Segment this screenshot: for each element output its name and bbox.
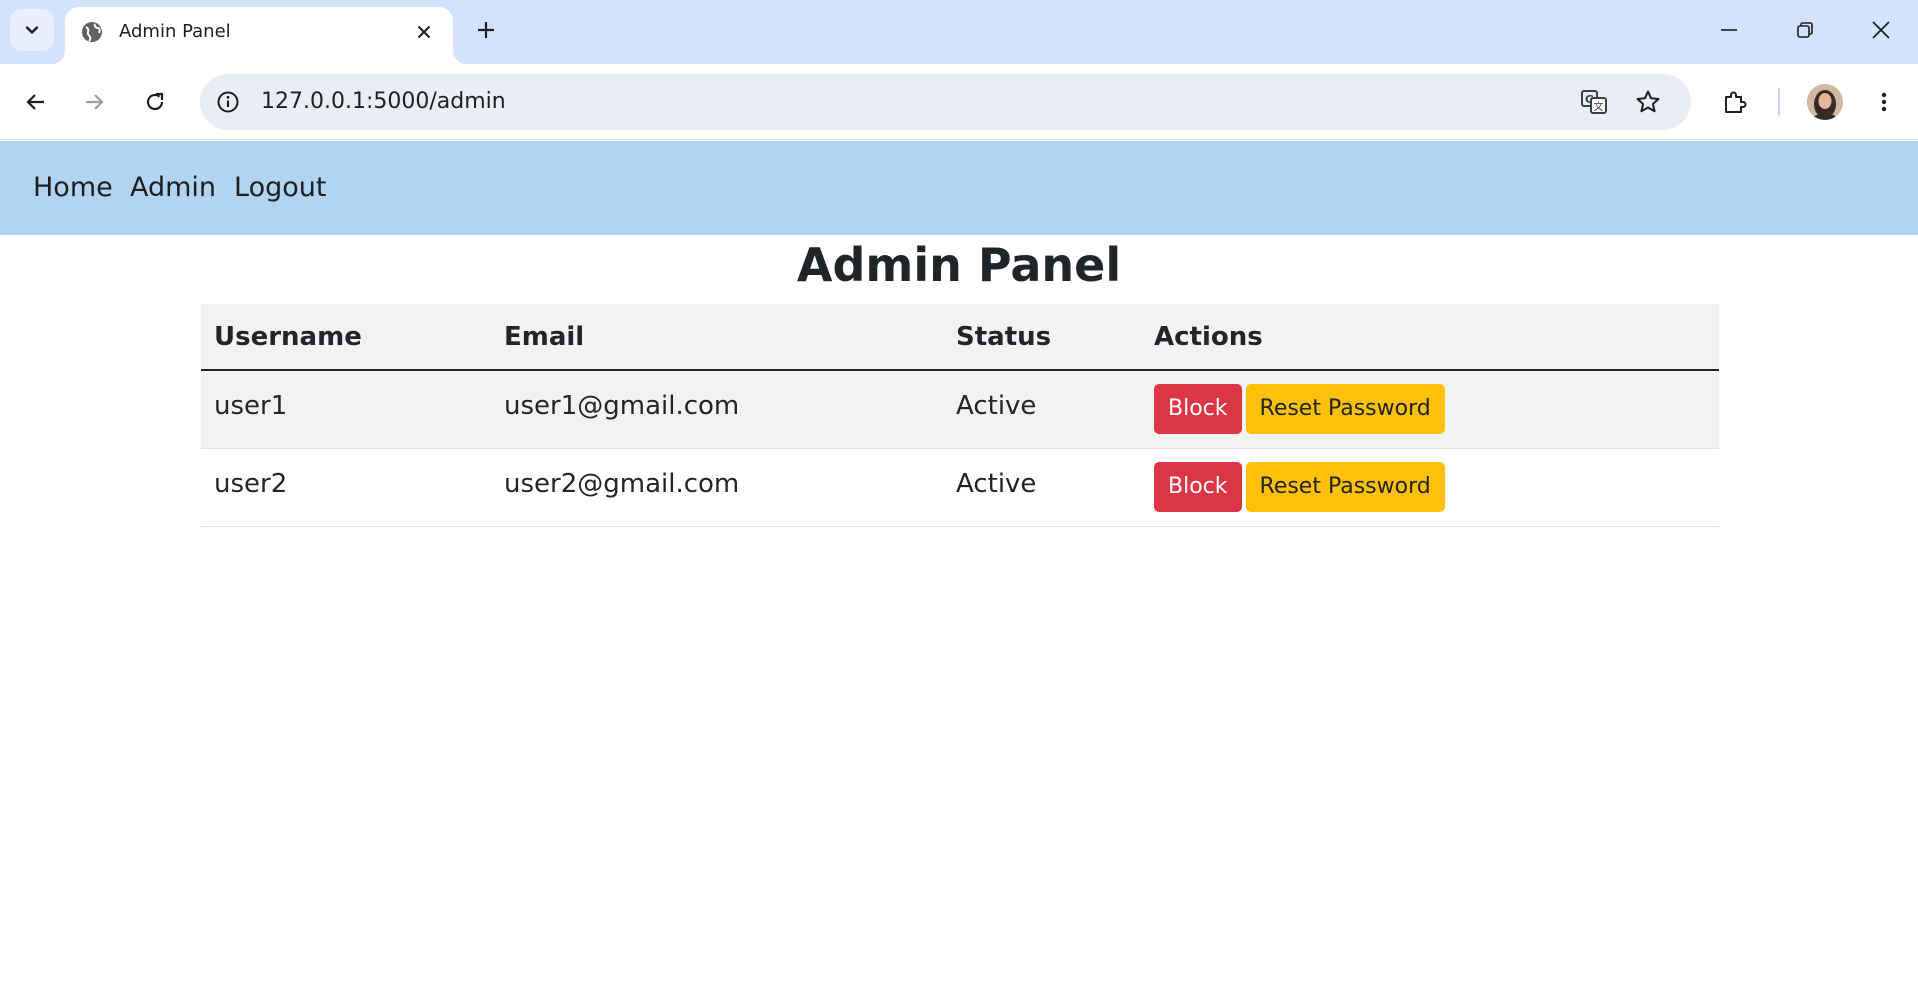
actions-cell: Block Reset Password — [1141, 448, 1719, 527]
plus-icon — [478, 22, 494, 38]
arrow-left-icon — [26, 94, 44, 110]
reload-icon — [146, 92, 164, 111]
block-user-button[interactable]: Block — [1154, 384, 1242, 435]
translate-icon: G文 — [1581, 90, 1607, 114]
avatar-image — [1807, 84, 1843, 120]
profile-avatar[interactable] — [1807, 84, 1843, 120]
table-header-row: Username Email Status Actions — [201, 304, 1719, 371]
forward-button[interactable] — [74, 82, 114, 122]
users-table: Username Email Status Actions user1 user… — [201, 304, 1719, 527]
column-header-status: Status — [943, 304, 1141, 371]
browser-tabstrip: Admin Panel — [0, 0, 1918, 64]
info-icon — [217, 91, 239, 113]
reset-password-button[interactable]: Reset Password — [1245, 384, 1445, 435]
email-cell: user1@gmail.com — [491, 370, 943, 449]
new-tab-button[interactable] — [470, 14, 502, 46]
svg-text:文: 文 — [1594, 100, 1604, 113]
column-header-email: Email — [491, 304, 943, 371]
username-cell: user1 — [201, 370, 491, 449]
minimize-button[interactable] — [1692, 0, 1766, 60]
tab-search-button[interactable] — [10, 9, 54, 51]
nav-link-admin[interactable]: Admin — [130, 141, 216, 235]
column-header-username: Username — [201, 304, 491, 371]
table-row: user2 user2@gmail.com Active Block Reset … — [201, 448, 1719, 527]
users-table-container: Username Email Status Actions user1 user… — [201, 304, 1719, 527]
close-icon — [1872, 21, 1890, 39]
reset-password-button[interactable]: Reset Password — [1245, 462, 1445, 512]
tab-title: Admin Panel — [119, 21, 231, 42]
chevron-down-icon — [25, 26, 39, 34]
address-bar[interactable]: 127.0.0.1:5000/admin G文 — [200, 74, 1691, 130]
page-title: Admin Panel — [796, 238, 1122, 292]
status-cell: Active — [943, 448, 1141, 527]
star-icon — [1636, 90, 1660, 113]
close-icon — [417, 25, 431, 39]
url-text[interactable]: 127.0.0.1:5000/admin — [261, 74, 506, 130]
status-cell: Active — [943, 370, 1141, 449]
table-row: user1 user1@gmail.com Active Block Reset … — [201, 370, 1719, 449]
arrow-right-icon — [86, 94, 104, 110]
block-user-button[interactable]: Block — [1154, 462, 1242, 512]
extensions-button[interactable] — [1715, 82, 1755, 122]
reload-button[interactable] — [135, 82, 175, 122]
puzzle-icon — [1725, 91, 1747, 113]
username-cell: user2 — [201, 448, 491, 527]
back-button[interactable] — [16, 82, 56, 122]
tab-close-button[interactable] — [411, 19, 437, 45]
browser-menu-button[interactable] — [1864, 82, 1904, 122]
close-window-button[interactable] — [1844, 0, 1918, 60]
actions-cell: Block Reset Password — [1141, 370, 1719, 449]
bookmark-button[interactable] — [1632, 86, 1664, 118]
column-header-actions: Actions — [1141, 304, 1719, 371]
browser-toolbar: 127.0.0.1:5000/admin G文 — [0, 64, 1918, 140]
site-navbar: Home Admin Logout — [0, 141, 1918, 235]
restore-icon — [1797, 22, 1813, 38]
browser-tab-active[interactable]: Admin Panel — [51, 7, 467, 64]
nav-link-home[interactable]: Home — [33, 141, 113, 235]
globe-icon — [82, 22, 102, 42]
email-cell: user2@gmail.com — [491, 448, 943, 527]
minimize-icon — [1721, 29, 1737, 31]
nav-link-logout[interactable]: Logout — [234, 141, 326, 235]
kebab-menu-icon — [1881, 92, 1887, 112]
toolbar-divider — [1778, 88, 1780, 116]
site-info-button[interactable] — [213, 87, 243, 117]
restore-button[interactable] — [1768, 0, 1842, 60]
translate-button[interactable]: G文 — [1578, 86, 1610, 118]
